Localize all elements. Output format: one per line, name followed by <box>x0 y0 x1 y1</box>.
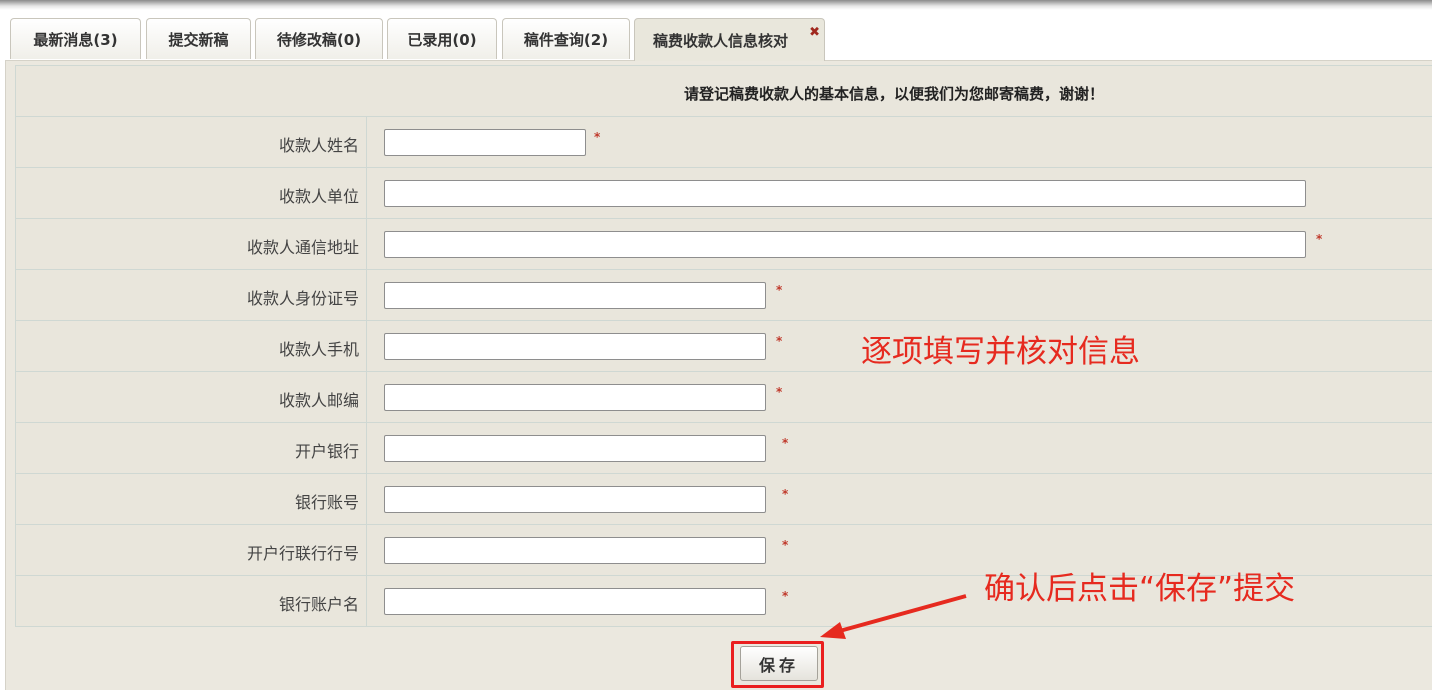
label-cell: 收款人身份证号 <box>16 270 367 320</box>
label-cell: 银行账户名 <box>16 576 367 626</box>
required-marker: * <box>782 487 789 501</box>
tab-payee-info[interactable]: 稿费收款人信息核对 ✖ <box>634 18 825 61</box>
required-marker: * <box>594 130 601 144</box>
field-label: 收款人身份证号 <box>246 289 359 308</box>
window-top-shade <box>0 0 1432 10</box>
required-marker: * <box>782 436 789 450</box>
tab-pending-revision[interactable]: 待修改稿(0) <box>255 18 383 59</box>
tab-accepted[interactable]: 已录用(0) <box>387 18 497 59</box>
field-label: 银行账户名 <box>278 595 359 614</box>
required-marker: * <box>776 283 783 297</box>
form-row: 收款人身份证号 * <box>16 270 1432 321</box>
label-cell: 收款人邮编 <box>16 372 367 422</box>
field-label: 收款人姓名 <box>278 136 359 155</box>
tab-bar: 最新消息(3) 提交新稿 待修改稿(0) 已录用(0) 稿件查询(2) 稿费收款… <box>10 18 1432 61</box>
field-label: 开户银行 <box>294 442 359 461</box>
payee-form: 请登记稿费收款人的基本信息，以便我们为您邮寄稿费，谢谢！ 收款人姓名 * 收款人单位… <box>15 65 1432 627</box>
field-input[interactable] <box>384 129 586 156</box>
form-header: 请登记稿费收款人的基本信息，以便我们为您邮寄稿费，谢谢！ <box>683 85 1104 103</box>
field-label: 收款人单位 <box>278 187 359 206</box>
form-row: 银行账号 * <box>16 474 1432 525</box>
form-row: 收款人邮编 * <box>16 372 1432 423</box>
label-cell: 收款人通信地址 <box>16 219 367 269</box>
field-input[interactable] <box>384 282 766 309</box>
tab-label: 稿费收款人信息核对 <box>653 31 789 50</box>
field-label: 银行账号 <box>294 493 359 512</box>
tab-latest-messages[interactable]: 最新消息(3) <box>10 18 141 59</box>
field-label: 收款人邮编 <box>278 391 359 410</box>
tab-manuscript-query[interactable]: 稿件查询(2) <box>502 18 630 59</box>
form-row: 收款人单位 <box>16 168 1432 219</box>
field-label: 收款人通信地址 <box>246 238 359 257</box>
form-row: 收款人通信地址 * <box>16 219 1432 270</box>
label-cell: 收款人手机 <box>16 321 367 371</box>
tab-label: 稿件查询(2) <box>523 30 609 49</box>
form-row: 开户银行 * <box>16 423 1432 474</box>
form-header-row: 请登记稿费收款人的基本信息，以便我们为您邮寄稿费，谢谢！ <box>16 65 1432 117</box>
required-marker: * <box>782 589 789 603</box>
required-marker: * <box>1316 232 1323 246</box>
save-button[interactable]: 保存 <box>740 646 818 681</box>
required-marker: * <box>782 538 789 552</box>
field-label: 收款人手机 <box>278 340 359 359</box>
form-row: 收款人姓名 * <box>16 117 1432 168</box>
label-cell: 收款人单位 <box>16 168 367 218</box>
field-input[interactable] <box>384 537 766 564</box>
field-input[interactable] <box>384 231 1306 258</box>
save-hint-annotation: 确认后点击“保存”提交 <box>984 571 1296 607</box>
fill-hint-annotation: 逐项填写并核对信息 <box>861 334 1140 370</box>
required-marker: * <box>776 385 783 399</box>
label-cell: 开户行联行行号 <box>16 525 367 575</box>
field-input[interactable] <box>384 384 766 411</box>
field-input[interactable] <box>384 180 1306 207</box>
tab-submit-new[interactable]: 提交新稿 <box>146 18 251 59</box>
tab-label: 待修改稿(0) <box>276 30 362 49</box>
field-input[interactable] <box>384 588 766 615</box>
label-cell: 银行账号 <box>16 474 367 524</box>
tab-label: 提交新稿 <box>168 30 229 49</box>
field-input[interactable] <box>384 486 766 513</box>
label-cell: 收款人姓名 <box>16 117 367 167</box>
required-marker: * <box>776 334 783 348</box>
close-icon[interactable]: ✖ <box>809 25 820 40</box>
field-label: 开户行联行行号 <box>246 544 359 563</box>
label-cell: 开户银行 <box>16 423 367 473</box>
tab-label: 已录用(0) <box>407 30 477 49</box>
field-input[interactable] <box>384 333 766 360</box>
tab-label: 最新消息(3) <box>33 30 118 49</box>
form-row: 收款人手机 * <box>16 321 1432 372</box>
field-input[interactable] <box>384 435 766 462</box>
